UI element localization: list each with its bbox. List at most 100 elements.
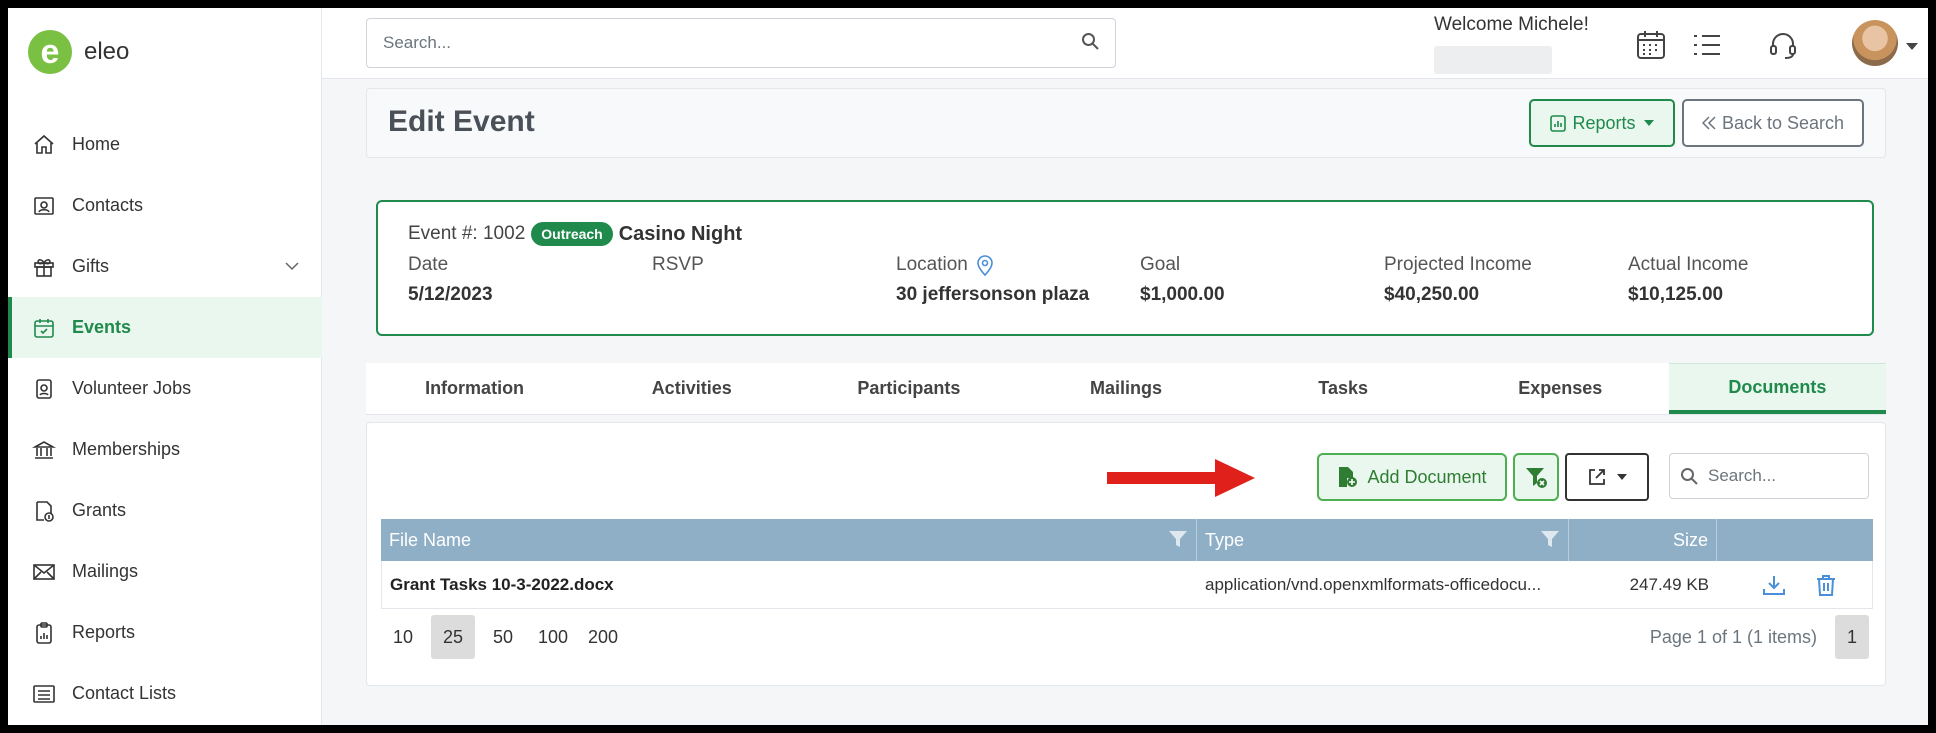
file-add-icon <box>1337 466 1358 488</box>
sidebar: e eleo Home Contacts Gifts Events Volunt… <box>8 8 322 725</box>
column-header-file-name[interactable]: File Name <box>381 519 1197 561</box>
add-document-button[interactable]: Add Document <box>1317 453 1507 501</box>
welcome-text: Welcome Michele! <box>1434 14 1589 35</box>
caret-down-icon <box>1617 474 1627 480</box>
page-size-option[interactable]: 50 <box>481 615 525 659</box>
page-info: Page 1 of 1 (1 items) <box>1649 627 1817 647</box>
column-label: Type <box>1205 529 1245 550</box>
event-number: Event #: 1002 <box>408 223 526 244</box>
tab-activities[interactable]: Activities <box>583 363 800 414</box>
page-number-button[interactable]: 1 <box>1835 615 1869 659</box>
sidebar-item-contact-lists[interactable]: Contact Lists <box>8 663 322 724</box>
filter-icon[interactable] <box>1168 529 1188 554</box>
stat-actual-income: Actual Income $10,125.00 <box>1628 254 1838 306</box>
sidebar-item-events[interactable]: Events <box>8 297 322 358</box>
table-row[interactable]: Grant Tasks 10-3-2022.docx application/v… <box>381 561 1873 609</box>
stat-label: Date <box>408 254 449 275</box>
stat-label: Actual Income <box>1628 254 1749 275</box>
tab-documents[interactable]: Documents <box>1668 363 1886 414</box>
stat-projected-income: Projected Income $40,250.00 <box>1384 254 1594 306</box>
search-icon <box>1680 467 1698 485</box>
sidebar-item-label: Contact Lists <box>72 683 177 703</box>
page-size-option[interactable]: 25 <box>431 615 475 659</box>
calendar-icon[interactable] <box>1634 28 1668 62</box>
event-type-badge: Outreach <box>531 222 613 246</box>
tab-participants[interactable]: Participants <box>800 363 1017 414</box>
back-to-search-button[interactable]: Back to Search <box>1682 99 1864 147</box>
pager: 10 25 50 100 200 Page 1 of 1 (1 items) 1 <box>381 615 1873 659</box>
grid-header: File Name Type Size <box>381 519 1873 561</box>
sidebar-item-label: Memberships <box>72 439 181 459</box>
clear-filter-button[interactable] <box>1513 453 1559 501</box>
red-arrow-annotation <box>1107 453 1257 508</box>
sidebar-item-reports[interactable]: Reports <box>8 602 322 663</box>
stat-label: Goal <box>1140 254 1181 275</box>
avatar[interactable] <box>1852 20 1898 66</box>
sidebar-item-label: Volunteer Jobs <box>72 378 192 398</box>
tab-mailings[interactable]: Mailings <box>1017 363 1234 414</box>
sidebar-item-home[interactable]: Home <box>8 114 322 175</box>
sidebar-item-label: Reports <box>72 622 136 642</box>
page-title: Edit Event <box>388 105 535 138</box>
stat-value: $10,125.00 <box>1628 284 1724 305</box>
column-label: Size <box>1672 529 1708 550</box>
sidebar-item-memberships[interactable]: Memberships <box>8 419 322 480</box>
chevron-down-icon[interactable] <box>1906 38 1918 56</box>
global-search-input[interactable] <box>383 33 1081 53</box>
tab-expenses[interactable]: Expenses <box>1452 363 1669 414</box>
cell-file-name[interactable]: Grant Tasks 10-3-2022.docx <box>382 561 1197 608</box>
add-document-label: Add Document <box>1367 466 1487 487</box>
sidebar-item-contacts[interactable]: Contacts <box>8 175 322 236</box>
sidebar-item-gifts[interactable]: Gifts <box>8 236 322 297</box>
stat-rsvp: RSVP <box>652 254 862 284</box>
redacted-org-name <box>1434 46 1552 74</box>
event-title-line: Event #: 1002 Outreach Casino Night <box>408 222 742 246</box>
column-header-type[interactable]: Type <box>1197 519 1569 561</box>
column-header-actions <box>1717 519 1873 561</box>
badge-icon <box>30 375 58 403</box>
reports-dropdown-button[interactable]: Reports <box>1529 99 1675 147</box>
topbar: Welcome Michele! <box>322 8 1928 79</box>
export-dropdown-button[interactable] <box>1565 453 1649 501</box>
documents-panel: Add Document File Name <box>366 422 1886 686</box>
column-header-size[interactable]: Size <box>1569 519 1717 561</box>
search-icon[interactable] <box>1081 32 1099 55</box>
double-chevron-left-icon <box>1701 116 1716 130</box>
documents-search[interactable] <box>1669 453 1869 499</box>
sidebar-item-label: Home <box>72 134 121 154</box>
export-icon <box>1587 467 1607 487</box>
stat-label: Location <box>896 254 968 275</box>
chevron-down-icon[interactable] <box>284 258 300 279</box>
grant-icon <box>30 497 58 525</box>
page-size-option[interactable]: 200 <box>581 615 625 659</box>
map-pin-icon[interactable] <box>976 254 994 276</box>
documents-search-input[interactable] <box>1708 466 1848 486</box>
app-window: e eleo Home Contacts Gifts Events Volunt… <box>8 8 1928 725</box>
stat-value: 30 jeffersonson plaza <box>896 284 1090 305</box>
trash-icon[interactable] <box>1816 574 1836 596</box>
sidebar-item-label: Gifts <box>72 256 110 276</box>
sidebar-item-mailings[interactable]: Mailings <box>8 541 322 602</box>
tab-information[interactable]: Information <box>366 363 583 414</box>
global-search[interactable] <box>366 18 1116 68</box>
stat-label: Projected Income <box>1384 254 1532 275</box>
task-list-icon[interactable] <box>1690 28 1724 62</box>
sidebar-item-volunteer-jobs[interactable]: Volunteer Jobs <box>8 358 322 419</box>
headset-icon[interactable] <box>1766 28 1800 62</box>
clipboard-icon <box>30 619 58 647</box>
envelope-icon <box>30 558 58 586</box>
cell-type: application/vnd.openxmlformats-officedoc… <box>1205 574 1542 594</box>
caret-down-icon <box>1643 120 1654 126</box>
page-size-option[interactable]: 10 <box>381 615 425 659</box>
sidebar-item-label: Contacts <box>72 195 144 215</box>
home-icon <box>30 131 58 159</box>
sidebar-item-grants[interactable]: Grants <box>8 480 322 541</box>
stat-value: 5/12/2023 <box>408 284 493 305</box>
page-size-option[interactable]: 100 <box>531 615 575 659</box>
filter-icon[interactable] <box>1540 529 1560 554</box>
back-button-label: Back to Search <box>1721 112 1845 133</box>
tab-tasks[interactable]: Tasks <box>1235 363 1452 414</box>
download-icon[interactable] <box>1762 574 1786 596</box>
documents-grid: File Name Type Size Grant Tasks 10-3-202… <box>381 519 1873 609</box>
logo[interactable]: e eleo <box>28 30 129 74</box>
